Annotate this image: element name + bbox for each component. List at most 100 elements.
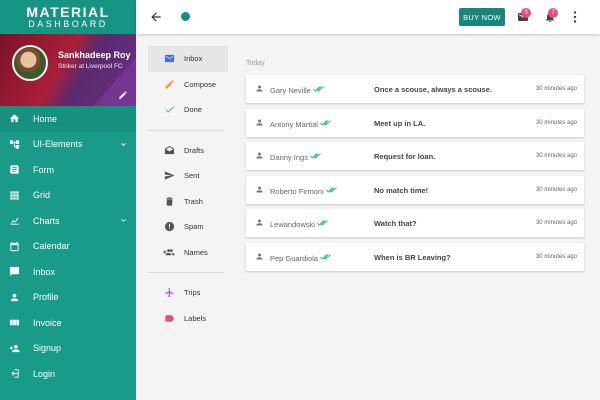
inbox-icon [163,53,175,65]
folder-label: Spam [184,222,204,232]
person-icon [256,119,263,125]
buy-now-button[interactable]: BUY NOW [459,8,505,26]
label-icon [163,312,175,324]
mail-row[interactable]: Roberto Firmoni No match time! 30 minute… [246,175,584,204]
profile-card: Sankhadeep Roy Striker at Liverpool FC [0,34,136,106]
folder-compose[interactable]: Compose [148,72,228,98]
sidebar-item-charts[interactable]: Charts [0,208,136,234]
folder-spam[interactable]: Spam [148,214,228,240]
mail-time: 30 minutes ago [535,186,577,193]
brand-subtitle: DASHBOARD [28,19,108,29]
chevron-down-icon [121,142,126,146]
mail-time: 30 minutes ago [535,119,577,126]
invoice-icon [8,317,20,329]
mail-time: 30 minutes ago [535,153,577,159]
sidebar-item-label: Login [33,368,56,379]
trash-icon [163,195,175,207]
sidebar-item-label: Signup [33,343,62,354]
chart-icon [8,215,20,227]
mail-subject: No match time! [374,185,429,195]
sidebar-item-calendar[interactable]: Calendar [0,234,136,260]
folder-label: Names [184,247,208,257]
mail-subject: When is BR Leaving? [374,252,451,262]
calendar-icon [8,240,20,252]
mail-row[interactable]: Antony Martial Meet up in LA. 30 minutes… [246,108,584,137]
sidebar-item-login[interactable]: Login [0,361,136,387]
sidebar-item-label: Profile [33,292,59,303]
back-arrow-icon[interactable] [149,10,163,24]
mail-subject: Meet up in LA. [374,118,426,128]
login-icon [8,368,20,380]
sidebar-item-form[interactable]: Form [0,157,136,183]
mail-row[interactable]: Lewandowski Watch that? 30 minutes ago [246,209,584,237]
folder-label: Trash [184,196,203,206]
read-check-icon [325,186,337,193]
folder-labels[interactable]: Labels [148,306,228,332]
sidebar-item-inbox[interactable]: Inbox [0,259,136,285]
brand-logo[interactable]: MATERIAL DASHBOARD [0,0,136,34]
more-vert-icon[interactable] [573,11,577,23]
form-icon [8,164,20,176]
mail-row[interactable]: Danny Ings Request for loan. 30 minutes … [246,142,584,170]
folder-drafts[interactable]: Drafts [148,138,228,164]
sidebar-item-profile[interactable]: Profile [0,285,136,311]
folder-label: Inbox [184,54,203,64]
mail-sender: Lewandowski [270,219,329,229]
folder-label: Compose [184,79,217,89]
read-check-icon [312,86,324,92]
avatar[interactable] [12,45,48,81]
sidebar-item-label: Inbox [33,266,56,277]
sidebar-item-home[interactable]: Home [0,106,136,132]
read-check-icon [317,220,329,226]
section-header: Today [246,60,265,67]
sidebar-item-label: Invoice [33,317,62,328]
edit-icon[interactable] [118,90,128,100]
mail-subject: Request for loan. [374,152,436,161]
sidebar-item-grid[interactable]: Grid [0,183,136,209]
status-dot [181,12,190,21]
folder-label: Drafts [184,145,205,155]
brand-title: MATERIAL [26,4,110,20]
folder-trash[interactable]: Trash [148,189,228,215]
divider [148,129,224,131]
mail-time: 30 minutes ago [535,86,577,92]
mail-time: 30 minutes ago [535,253,577,260]
ui-elements-icon [8,138,20,150]
top-bar: BUY NOW 3 7 [136,0,600,34]
person-icon [256,186,263,192]
folder-label: Sent [184,171,200,181]
mail-row[interactable]: Gary Neville Once a scouse, always a sco… [246,75,584,103]
sidebar-item-label: Calendar [33,241,70,252]
pencil-icon [163,78,175,90]
home-icon [8,113,20,125]
mail-time: 30 minutes ago [535,220,577,226]
sidebar-item-label: Home [33,113,58,124]
notification-badge: 7 [548,8,558,18]
sidebar-item-label: Form [33,164,54,175]
folder-sent[interactable]: Sent [148,163,228,189]
divider [148,272,224,273]
read-check-icon [320,253,331,260]
folder-done[interactable]: Done [148,97,228,123]
mail-sender: Danny Ings [270,152,321,162]
sidebar-item-invoice[interactable]: Invoice [0,310,136,336]
read-check-icon [320,119,331,126]
folder-label: Done [184,105,202,115]
drafts-icon [163,144,175,156]
inbox-icon [8,266,20,278]
mail-sender: Roberto Firmoni [270,186,337,196]
person-icon [256,219,263,226]
group-add-icon [163,246,175,258]
sidebar-item-signup[interactable]: Signup [0,336,136,362]
mail-subject: Once a scouse, always a scouse. [374,85,492,94]
person-icon [256,85,263,92]
mail-sender: Gary Neville [270,85,324,95]
folder-names[interactable]: Names [148,240,228,266]
send-icon [163,170,175,182]
mail-subject: Watch that? [374,219,417,228]
folder-inbox[interactable]: Inbox [148,46,228,72]
mail-row[interactable]: Pep Guardiola When is BR Leaving? 30 min… [246,242,584,271]
folder-label: Labels [184,313,207,323]
sidebar-item-ui-elements[interactable]: UI-Elements [0,132,136,158]
folder-trips[interactable]: Trips [148,280,228,306]
